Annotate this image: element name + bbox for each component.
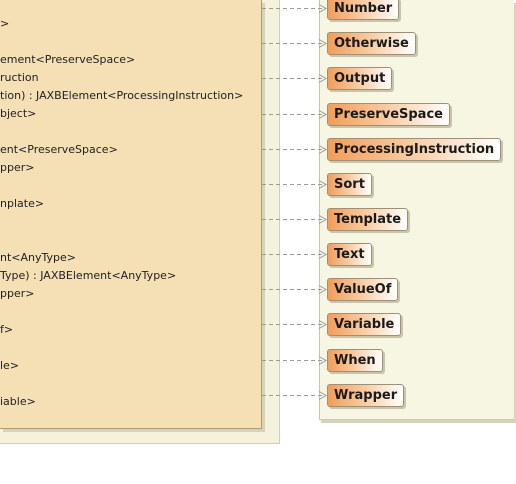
class-node-output[interactable]: Output	[327, 67, 393, 90]
class-node-processing-instruction[interactable]: ProcessingInstruction	[327, 138, 502, 161]
class-node-value-of[interactable]: ValueOf	[327, 278, 399, 301]
class-node-when[interactable]: When	[327, 349, 383, 372]
class-node-template[interactable]: Template	[327, 208, 409, 231]
class-node-wrapper[interactable]: Wrapper	[327, 384, 405, 407]
connector-layer	[262, 4, 328, 400]
class-node-number[interactable]: Number	[327, 0, 400, 20]
class-node-text[interactable]: Text	[327, 243, 372, 266]
class-node-otherwise[interactable]: Otherwise	[327, 32, 416, 55]
class-node-preserve-space[interactable]: PreserveSpace	[327, 103, 450, 126]
class-node-variable[interactable]: Variable	[327, 313, 402, 336]
class-node-sort[interactable]: Sort	[327, 173, 372, 196]
